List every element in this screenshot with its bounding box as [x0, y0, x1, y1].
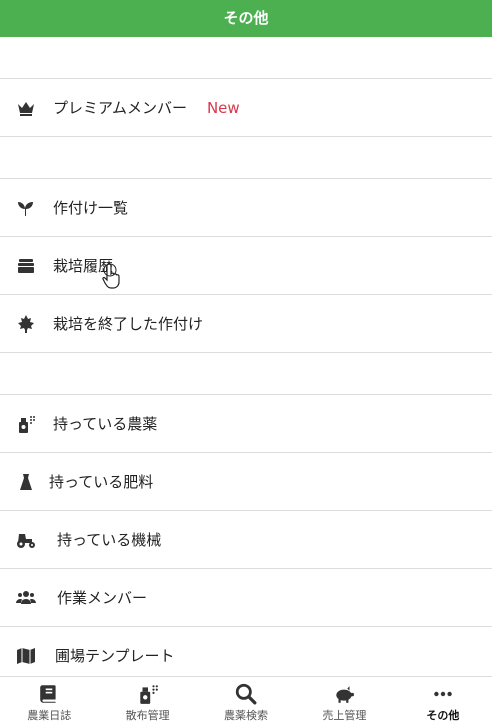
tab-pesticide-search[interactable]: 農薬検索: [197, 677, 295, 724]
menu-item-finished[interactable]: 栽培を終了した作付け: [0, 295, 492, 353]
menu-item-label: 栽培履歴: [53, 257, 114, 275]
spray-bottle-icon: [15, 413, 37, 435]
menu-item-crops[interactable]: 作付け一覧: [0, 179, 492, 237]
menu-item-label: 栽培を終了した作付け: [53, 315, 204, 333]
menu-list: プレミアムメンバー New 作付け一覧 栽培履歴 栽培を終了した作付け 持ってい…: [0, 37, 492, 685]
menu-item-label: 作付け一覧: [53, 199, 129, 217]
tab-sales-management[interactable]: 売上管理: [295, 677, 393, 724]
menu-item-premium[interactable]: プレミアムメンバー New: [0, 79, 492, 137]
page-title: その他: [0, 0, 492, 37]
new-badge: New: [206, 98, 240, 117]
seedling-icon: [15, 197, 37, 219]
menu-item-machinery[interactable]: 持っている機械: [0, 511, 492, 569]
map-icon: [15, 645, 37, 667]
menu-item-label: 持っている機械: [57, 531, 162, 549]
tab-spray-management[interactable]: 散布管理: [98, 677, 196, 724]
menu-item-label: プレミアムメンバー: [53, 99, 187, 117]
fertilizer-bag-icon: [15, 471, 37, 493]
archive-icon: [15, 255, 37, 277]
spray-icon: [139, 685, 158, 704]
menu-item-history[interactable]: 栽培履歴: [0, 237, 492, 295]
tab-farm-diary[interactable]: 農業日誌: [0, 677, 98, 724]
piggy-bank-icon: [336, 686, 355, 703]
tab-label: 農業日誌: [27, 709, 72, 722]
menu-item-label: 作業メンバー: [57, 589, 148, 607]
menu-item-pesticides[interactable]: 持っている農薬: [0, 395, 492, 453]
tractor-icon: [15, 529, 37, 551]
tab-label: 農薬検索: [224, 709, 269, 722]
section-spacer: [0, 353, 492, 395]
menu-item-members[interactable]: 作業メンバー: [0, 569, 492, 627]
book-icon: [40, 685, 56, 703]
tab-label: その他: [426, 709, 460, 722]
users-icon: [15, 587, 37, 609]
more-icon: [434, 691, 452, 697]
tab-label: 売上管理: [322, 709, 367, 722]
maple-leaf-icon: [15, 313, 37, 335]
section-spacer: [0, 37, 492, 79]
section-spacer: [0, 137, 492, 179]
menu-item-label: 持っている肥料: [49, 473, 154, 491]
menu-item-fertilizers[interactable]: 持っている肥料: [0, 453, 492, 511]
bottom-tab-bar: 農業日誌 散布管理 農薬検索 売上管理 その他: [0, 676, 492, 724]
menu-item-label: 持っている農薬: [53, 415, 158, 433]
menu-item-label: 圃場テンプレート: [55, 647, 175, 665]
crown-icon: [15, 97, 37, 119]
tab-other[interactable]: その他: [394, 677, 492, 724]
tab-label: 散布管理: [125, 709, 170, 722]
search-icon: [235, 683, 257, 705]
